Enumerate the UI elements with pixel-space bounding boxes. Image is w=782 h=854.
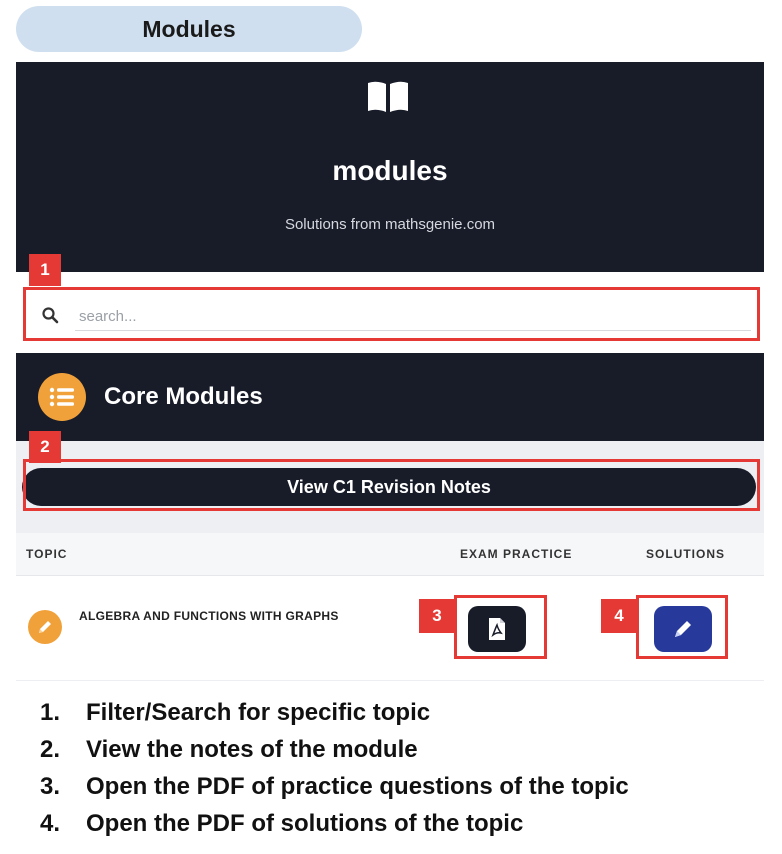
callout-box-notes xyxy=(23,459,760,511)
instruction-item: 1. Filter/Search for specific topic xyxy=(40,698,431,726)
callout-tag-4: 4 xyxy=(601,599,637,633)
column-header-solutions: SOLUTIONS xyxy=(646,547,726,561)
book-icon xyxy=(368,81,408,112)
callout-tag-3: 3 xyxy=(419,599,455,633)
callout-box-solutions xyxy=(636,595,728,659)
instructions-list: 1. Filter/Search for specific topic 2. Vie… xyxy=(40,694,629,842)
instruction-item: 3. Open the PDF of practice questions of … xyxy=(40,772,629,800)
column-header-exam-practice: EXAM PRACTICE xyxy=(460,547,573,561)
pencil-icon xyxy=(28,610,62,644)
core-modules-title: Core Modules xyxy=(104,383,263,410)
instruction-item: 4. Open the PDF of solutions of the topic xyxy=(40,809,524,837)
callout-tag-1: 1 xyxy=(29,254,61,286)
instruction-item: 2. View the notes of the module xyxy=(40,735,418,763)
page-title: modules xyxy=(332,155,448,186)
list-icon xyxy=(38,373,86,421)
column-header-topic: TOPIC xyxy=(26,547,68,561)
callout-box-exam-practice xyxy=(454,595,547,659)
page-subtitle: Solutions from mathsgenie.com xyxy=(284,216,496,233)
callout-tag-2: 2 xyxy=(29,431,61,463)
topic-name: ALGEBRA AND FUNCTIONS WITH GRAPHS xyxy=(79,609,339,623)
callout-box-search xyxy=(23,287,760,341)
section-label: Modules xyxy=(16,6,362,52)
